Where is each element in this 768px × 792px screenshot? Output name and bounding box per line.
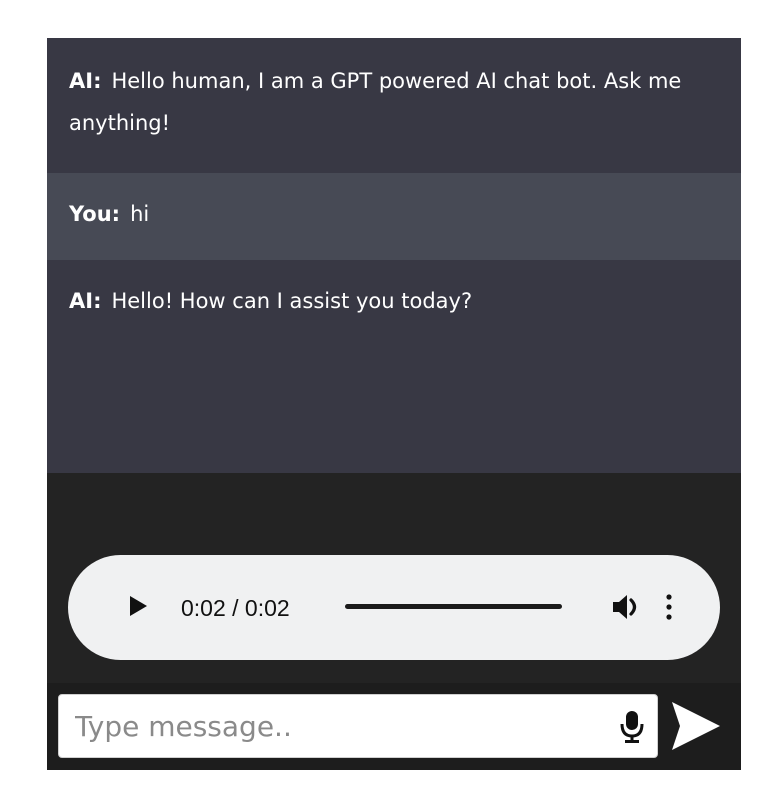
audio-progress-slider[interactable] <box>345 604 562 609</box>
message-text: Hello human, I am a GPT powered AI chat … <box>69 69 682 135</box>
send-icon[interactable] <box>666 700 724 752</box>
message-sender: AI: <box>69 69 102 93</box>
message-text: hi <box>130 202 150 226</box>
message-ai: AI: Hello human, I am a GPT powered AI ch… <box>47 38 741 173</box>
message-sender: You: <box>69 202 121 226</box>
message-input[interactable] <box>75 705 595 747</box>
chat-window: AI: Hello human, I am a GPT powered AI ch… <box>47 38 741 770</box>
audio-time: 0:02 / 0:02 <box>181 595 290 621</box>
play-icon[interactable] <box>130 596 147 616</box>
message-sender: AI: <box>69 289 102 313</box>
audio-player: 0:02 / 0:02 <box>68 555 720 660</box>
more-vertical-icon[interactable] <box>662 592 676 622</box>
message-input-box <box>58 694 658 758</box>
message-text: Hello! How can I assist you today? <box>111 289 473 313</box>
message-ai: AI: Hello! How can I assist you today? 0:… <box>47 260 741 660</box>
message-list[interactable]: AI: Hello human, I am a GPT powered AI ch… <box>47 38 741 683</box>
message-user: You: hi <box>47 173 741 260</box>
message-composer <box>47 683 741 770</box>
microphone-icon[interactable] <box>619 710 645 744</box>
volume-icon[interactable] <box>611 592 647 622</box>
